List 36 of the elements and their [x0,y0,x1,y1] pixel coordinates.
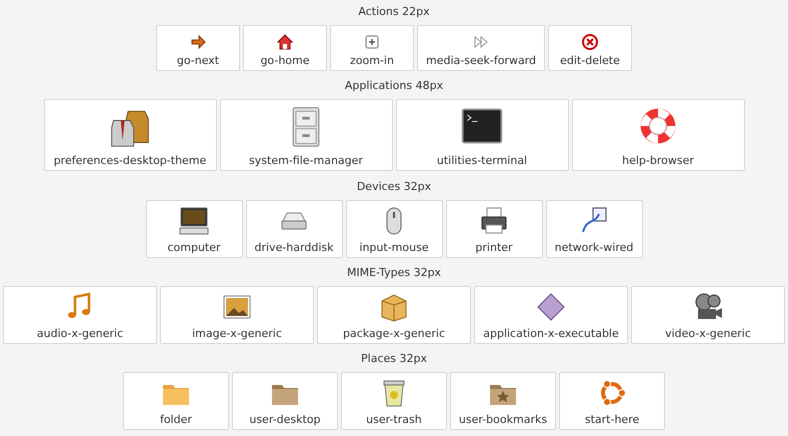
section-title: Actions 22px [358,4,430,20]
section-title: Applications 48px [344,78,444,94]
icon-label: go-next [176,54,220,67]
icon-label: zoom-in [350,54,394,67]
diamond-icon [535,291,567,323]
fast-forward-icon [472,34,489,50]
icon-label: package-x-generic [342,327,445,340]
section-title: Places 32px [361,351,427,367]
icon-label: preferences-desktop-theme [54,154,206,167]
icon-label: media-seek-forward [426,54,536,67]
icon-label: folder [160,413,192,426]
icon-label: video-x-generic [665,327,751,340]
zoom-in-icon [364,34,380,50]
section-title: Devices 32px [356,179,432,195]
arrow-icon [190,34,206,50]
icon-label: user-trash [366,413,422,426]
icon-label: utilities-terminal [436,154,528,167]
icon-label: start-here [584,413,640,426]
icon-label: edit-delete [560,54,620,67]
delete-icon [582,34,598,50]
icon-label: image-x-generic [192,327,282,340]
house-icon [276,34,293,50]
icon-label: audio-x-generic [36,327,124,340]
icon-label: application-x-executable [483,327,619,340]
icon-label: input-mouse [359,241,429,254]
computer-icon [178,205,210,237]
icon-label: help-browser [622,154,694,167]
icon-label: printer [475,241,513,254]
icon-label: system-file-manager [249,154,363,167]
icon-label: go-home [260,54,310,67]
icon-label: user-desktop [249,413,320,426]
icon-label: computer [167,241,221,254]
icon-label: user-bookmarks [458,413,548,426]
section-title: MIME-Types 32px [346,265,442,281]
icon-label: network-wired [554,241,634,254]
icon-label: drive-harddisk [254,241,334,254]
